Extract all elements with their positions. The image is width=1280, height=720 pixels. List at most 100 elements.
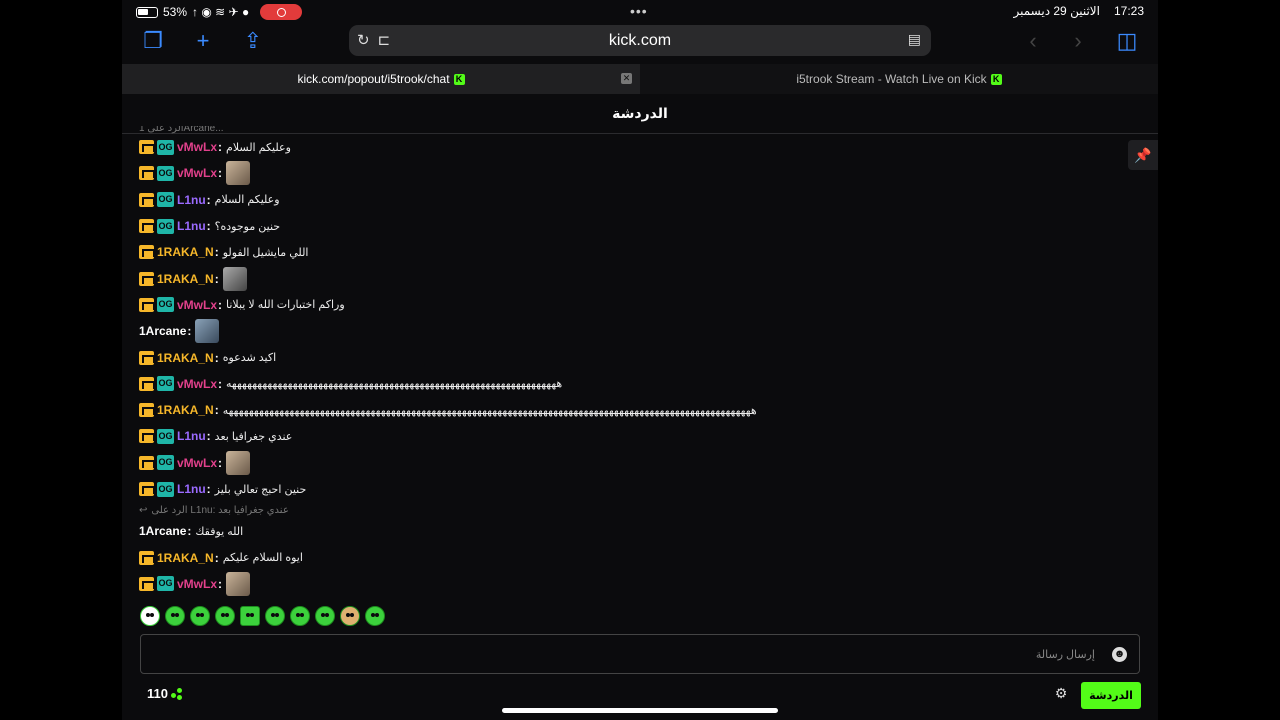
emote-9-icon[interactable] — [340, 606, 360, 626]
address-bar[interactable]: ↻ ⊏ kick.com ▤ — [349, 25, 931, 56]
chat-message[interactable]: 1Arcane: — [139, 318, 1119, 344]
url-text[interactable]: kick.com — [609, 32, 671, 50]
chat-message[interactable]: OG vMwLx: — [139, 160, 1119, 186]
tab-stream[interactable]: i5trook Stream - Watch Live on Kick K — [640, 64, 1158, 94]
message-text: حنين احبج تعالي بليز — [214, 483, 307, 496]
message-text: اللي مايشيل الفولو — [222, 246, 309, 259]
message-username[interactable]: 1RAKA_N — [157, 403, 214, 417]
message-username[interactable]: vMwLx — [177, 298, 217, 312]
reply-arrow-icon: ↩ — [139, 504, 148, 516]
chat-message[interactable]: 1RAKA_N: اكيد شدعوه — [139, 344, 1119, 370]
home-indicator[interactable] — [502, 708, 778, 713]
message-emote-image — [226, 450, 251, 475]
chat-input[interactable]: إرسال رسالة ☻ — [140, 634, 1140, 674]
chat-messages[interactable]: الرد على 1Arcane... OG vMwLx: وعليكم السلا… — [139, 126, 1119, 601]
message-username[interactable]: vMwLx — [177, 456, 217, 470]
message-username[interactable]: 1Arcane — [139, 324, 186, 338]
og-badge-icon: OG — [157, 218, 174, 234]
tabs-overview-icon[interactable]: ❐ — [140, 28, 166, 54]
emote-3-icon[interactable] — [190, 606, 210, 626]
back-icon[interactable]: ‹ — [1020, 28, 1046, 54]
og-badge-icon: OG — [157, 455, 174, 471]
chat-message[interactable]: OG L1nu: حنين موجوده؟ — [139, 213, 1119, 239]
message-username[interactable]: vMwLx — [177, 577, 217, 591]
message-username[interactable]: 1RAKA_N — [157, 351, 214, 365]
signal-icons: ↑ ◉ ≋ ✈ ● — [192, 5, 250, 19]
message-emote-image — [226, 571, 251, 596]
message-separator: : — [187, 524, 192, 539]
crown-badge-icon — [139, 482, 155, 496]
reader-icon[interactable]: ▤ — [908, 31, 921, 48]
og-badge-icon: OG — [157, 376, 174, 392]
sidebar-icon[interactable]: ◫ — [1114, 28, 1140, 54]
chat-message[interactable]: OG vMwLx: وعليكم السلام — [139, 134, 1119, 160]
chat-message[interactable]: 1Arcane: الله يوفقك — [139, 518, 1119, 544]
close-tab-icon[interactable]: ✕ — [621, 73, 632, 84]
status-bar: 53% ↑ ◉ ≋ ✈ ● ••• الاثنين 29 ديسمبر 17:2… — [122, 0, 1158, 22]
chat-message[interactable]: OG vMwLx: هههههههههههههههههههههههههههههههه… — [139, 371, 1119, 397]
message-text: عندي جغرافيا بعد — [214, 430, 293, 443]
message-separator: : — [206, 429, 211, 444]
emote-8-icon[interactable] — [315, 606, 335, 626]
extensions-icon[interactable]: ⊏ — [378, 31, 391, 49]
status-left: 53% ↑ ◉ ≋ ✈ ● — [136, 4, 303, 20]
chat-message[interactable]: 1RAKA_N: — [139, 265, 1119, 291]
chat-message[interactable]: 1RAKA_N: هههههههههههههههههههههههههههههههه… — [139, 397, 1119, 423]
chat-send-button[interactable]: الدردشة — [1081, 682, 1141, 709]
status-right: الاثنين 29 ديسمبر 17:23 — [1013, 4, 1144, 18]
forward-icon[interactable]: › — [1065, 28, 1091, 54]
chat-message[interactable]: OG vMwLx: وراكم اختبارات الله لا يبلانا — [139, 292, 1119, 318]
message-separator: : — [214, 271, 219, 286]
message-username[interactable]: 1Arcane — [139, 524, 186, 538]
share-icon[interactable]: ⇪ — [240, 28, 266, 54]
message-username[interactable]: 1RAKA_N — [157, 551, 214, 565]
tab-chat-popout[interactable]: kick.com/popout/i5trook/chat K ✕ — [122, 64, 640, 94]
message-separator: : — [218, 455, 223, 470]
tab-bar: kick.com/popout/i5trook/chat K ✕ i5trook… — [122, 64, 1158, 94]
reload-icon[interactable]: ↻ — [357, 31, 370, 49]
emoji-picker-icon[interactable]: ☻ — [1112, 647, 1127, 662]
emote-4-icon[interactable] — [215, 606, 235, 626]
message-emote-image — [222, 266, 247, 291]
message-username[interactable]: L1nu — [177, 219, 206, 233]
new-tab-icon[interactable]: + — [190, 28, 216, 54]
message-username[interactable]: vMwLx — [177, 140, 217, 154]
tab-label: i5trook Stream - Watch Live on Kick — [796, 72, 987, 86]
message-text: حنين موجوده؟ — [214, 220, 281, 233]
chat-message[interactable]: OG L1nu: حنين احبج تعالي بليز — [139, 476, 1119, 502]
message-text: وعليكم السلام — [226, 141, 291, 154]
chat-message[interactable]: OG L1nu: وعليكم السلام — [139, 187, 1119, 213]
message-separator: : — [218, 297, 223, 312]
emote-1-icon[interactable] — [140, 606, 160, 626]
message-username[interactable]: vMwLx — [177, 166, 217, 180]
crown-badge-icon — [139, 166, 155, 181]
emote-10-icon[interactable] — [365, 606, 385, 626]
tab-label: kick.com/popout/i5trook/chat — [297, 72, 450, 86]
emote-5-icon[interactable] — [240, 606, 260, 626]
crown-badge-icon — [139, 297, 155, 312]
chat-message[interactable]: 1RAKA_N: ايوه السلام عليكم — [139, 544, 1119, 570]
chat-message[interactable]: 1RAKA_N: اللي مايشيل الفولو — [139, 239, 1119, 265]
message-separator: : — [214, 245, 219, 260]
crown-badge-icon — [139, 192, 155, 207]
message-username[interactable]: L1nu — [177, 482, 206, 496]
chat-message[interactable]: OG vMwLx: — [139, 571, 1119, 597]
settings-gear-icon[interactable]: ⚙ — [1054, 686, 1068, 700]
message-text: هههههههههههههههههههههههههههههههههههههههه… — [226, 378, 563, 391]
browser-frame: 53% ↑ ◉ ≋ ✈ ● ••• الاثنين 29 ديسمبر 17:2… — [122, 0, 1158, 720]
reply-context: ↩ الرد على L1nu: عندي جغرافيا بعد — [139, 502, 1119, 518]
og-badge-icon: OG — [157, 139, 174, 155]
multitask-dots[interactable]: ••• — [630, 3, 648, 19]
message-username[interactable]: 1RAKA_N — [157, 245, 214, 259]
message-username[interactable]: vMwLx — [177, 377, 217, 391]
message-username[interactable]: 1RAKA_N — [157, 272, 214, 286]
chat-message[interactable]: OG L1nu: عندي جغرافيا بعد — [139, 423, 1119, 449]
chat-title: الدردشة — [612, 105, 668, 121]
emote-6-icon[interactable] — [265, 606, 285, 626]
message-username[interactable]: L1nu — [177, 429, 206, 443]
chat-message[interactable]: OG vMwLx: — [139, 450, 1119, 476]
emote-2-icon[interactable] — [165, 606, 185, 626]
emote-7-icon[interactable] — [290, 606, 310, 626]
message-username[interactable]: L1nu — [177, 193, 206, 207]
pin-icon[interactable]: 📌 — [1128, 140, 1158, 170]
